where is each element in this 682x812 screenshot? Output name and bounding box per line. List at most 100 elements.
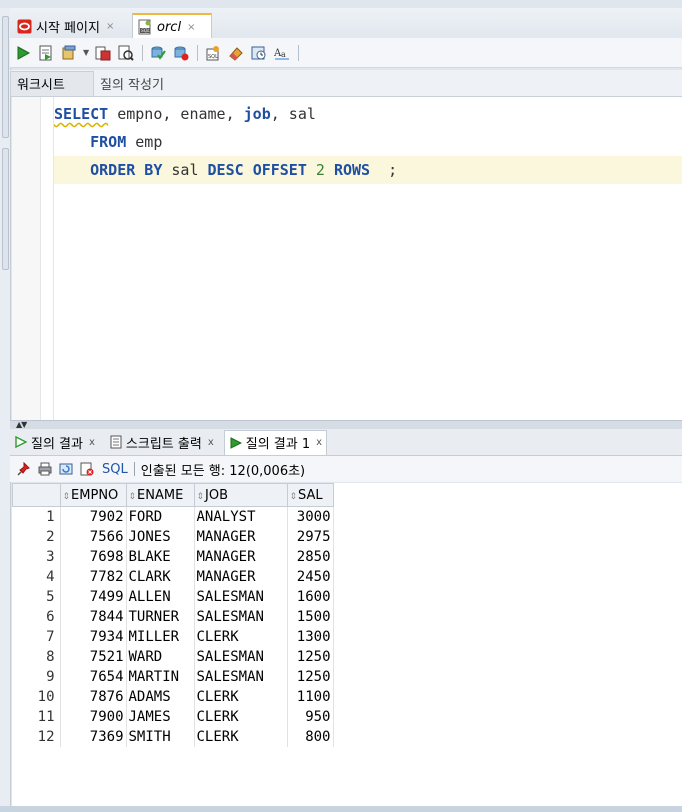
table-row[interactable]: 4 7782 CLARK MANAGER 2450 — [12, 567, 334, 587]
table-cell[interactable]: MILLER — [126, 627, 195, 647]
rail-handle[interactable] — [2, 16, 9, 138]
rollback-icon[interactable] — [172, 44, 190, 62]
table-cell[interactable]: 1500 — [287, 607, 334, 627]
table-row[interactable]: 11 7900 JAMES CLERK 950 — [12, 707, 334, 727]
table-row[interactable]: 5 7499 ALLEN SALESMAN 1600 — [12, 587, 334, 607]
table-cell[interactable]: SALESMAN — [194, 587, 288, 607]
table-row[interactable]: 8 7521 WARD SALESMAN 1250 — [12, 647, 334, 667]
table-cell[interactable]: WARD — [126, 647, 195, 667]
history-icon[interactable] — [250, 44, 268, 62]
sql-link[interactable]: SQL — [102, 462, 128, 477]
tab-query-result[interactable]: 질의 결과 x — [10, 430, 99, 454]
cancel-query-icon[interactable] — [79, 461, 95, 477]
eraser-icon[interactable] — [227, 44, 245, 62]
table-cell[interactable]: MANAGER — [194, 547, 288, 567]
sql-tuning-icon[interactable]: SQL — [204, 44, 222, 62]
table-cell[interactable]: 7499 — [60, 587, 127, 607]
table-cell[interactable]: JAMES — [126, 707, 195, 727]
table-cell[interactable]: 7934 — [60, 627, 127, 647]
table-row[interactable]: 12 7369 SMITH CLERK 800 — [12, 727, 334, 747]
table-cell[interactable]: 7521 — [60, 647, 127, 667]
table-cell[interactable]: SALESMAN — [194, 607, 288, 627]
table-cell[interactable]: SALESMAN — [194, 647, 288, 667]
column-header-job[interactable]: ⇕JOB — [193, 483, 288, 507]
table-cell[interactable]: MANAGER — [194, 567, 288, 587]
autotrace-icon[interactable] — [117, 44, 135, 62]
close-icon[interactable]: x — [208, 437, 214, 448]
table-cell[interactable]: CLERK — [194, 707, 288, 727]
table-cell[interactable]: 7566 — [60, 527, 127, 547]
table-cell[interactable]: CLERK — [194, 727, 288, 747]
sql-editor[interactable]: SELECT empno, ename, job, sal FROM emp O… — [12, 97, 682, 420]
table-cell[interactable]: ALLEN — [126, 587, 195, 607]
table-cell[interactable]: CLERK — [194, 627, 288, 647]
sort-icon[interactable]: ⇕ — [63, 492, 71, 502]
table-row[interactable]: 10 7876 ADAMS CLERK 1100 — [12, 687, 334, 707]
table-cell[interactable]: 950 — [287, 707, 334, 727]
code-line[interactable]: SELECT empno, ename, job, sal — [54, 100, 682, 128]
code-line[interactable]: FROM emp — [54, 128, 682, 156]
code-line-current[interactable]: ORDER BY sal DESC OFFSET 2 ROWS ; — [54, 156, 682, 184]
table-cell[interactable]: 1250 — [287, 667, 334, 687]
table-cell[interactable]: 1100 — [287, 687, 334, 707]
table-row[interactable]: 1 7902 FORD ANALYST 3000 — [12, 506, 334, 527]
table-cell[interactable]: CLERK — [194, 687, 288, 707]
close-icon[interactable]: × — [187, 22, 195, 33]
table-cell[interactable]: 2450 — [287, 567, 334, 587]
format-text-icon[interactable]: Aa — [273, 44, 291, 62]
column-header-ename[interactable]: ⇕ENAME — [125, 483, 195, 507]
tab-worksheet[interactable]: 워크시트 — [10, 70, 94, 96]
explain-plan-icon[interactable] — [94, 44, 112, 62]
table-cell[interactable]: 7369 — [60, 727, 127, 747]
rail-handle[interactable] — [2, 148, 9, 270]
tab-query-builder[interactable]: 질의 작성기 — [94, 71, 170, 95]
table-cell[interactable]: FORD — [126, 506, 195, 527]
column-header-sal[interactable]: ⇕SAL — [286, 483, 334, 507]
table-cell[interactable]: 2975 — [287, 527, 334, 547]
close-icon[interactable]: × — [106, 21, 114, 32]
sort-icon[interactable]: ⇕ — [197, 492, 205, 502]
refresh-icon[interactable] — [58, 461, 74, 477]
table-cell[interactable]: BLAKE — [126, 547, 195, 567]
sort-icon[interactable]: ⇕ — [129, 492, 137, 502]
table-cell[interactable]: 7876 — [60, 687, 127, 707]
commit-transaction-icon[interactable] — [149, 44, 167, 62]
close-icon[interactable]: x — [316, 437, 322, 448]
table-cell[interactable]: 1300 — [287, 627, 334, 647]
table-row[interactable]: 9 7654 MARTIN SALESMAN 1250 — [12, 667, 334, 687]
table-cell[interactable]: 7782 — [60, 567, 127, 587]
table-cell[interactable]: CLARK — [126, 567, 195, 587]
pin-icon[interactable] — [16, 461, 32, 477]
tab-start-page[interactable]: 시작 페이지 × — [12, 14, 134, 38]
close-icon[interactable]: x — [89, 437, 95, 448]
column-header-empno[interactable]: ⇕EMPNO — [59, 483, 127, 507]
table-cell[interactable]: SMITH — [126, 727, 195, 747]
print-icon[interactable] — [37, 461, 53, 477]
table-cell[interactable]: 7902 — [60, 506, 127, 527]
tab-query-result-1[interactable]: 질의 결과 1 x — [223, 429, 328, 455]
table-cell[interactable]: ADAMS — [126, 687, 195, 707]
table-row[interactable]: 3 7698 BLAKE MANAGER 2850 — [12, 547, 334, 567]
run-statement-icon[interactable] — [14, 44, 32, 62]
table-cell[interactable]: 3000 — [287, 506, 334, 527]
chevron-down-icon[interactable]: ▼ — [83, 48, 89, 57]
table-cell[interactable]: 1250 — [287, 647, 334, 667]
collapse-arrows-icon[interactable]: ▲▼ — [16, 420, 27, 429]
table-row[interactable]: 7 7934 MILLER CLERK 1300 — [12, 627, 334, 647]
table-cell[interactable]: JONES — [126, 527, 195, 547]
table-cell[interactable]: ANALYST — [194, 506, 288, 527]
table-cell[interactable]: 2850 — [287, 547, 334, 567]
table-cell[interactable]: 7698 — [60, 547, 127, 567]
tab-orcl[interactable]: SQL orcl × — [132, 13, 212, 39]
table-cell[interactable]: SALESMAN — [194, 667, 288, 687]
sort-icon[interactable]: ⇕ — [290, 492, 298, 502]
table-row[interactable]: 2 7566 JONES MANAGER 2975 — [12, 527, 334, 547]
table-row[interactable]: 6 7844 TURNER SALESMAN 1500 — [12, 607, 334, 627]
pane-splitter[interactable]: ▲▼ — [10, 420, 682, 429]
table-cell[interactable]: TURNER — [126, 607, 195, 627]
table-cell[interactable]: 7844 — [60, 607, 127, 627]
table-cell[interactable]: 7654 — [60, 667, 127, 687]
run-script-icon[interactable] — [37, 44, 55, 62]
commit-icon[interactable] — [60, 44, 78, 62]
table-cell[interactable]: 1600 — [287, 587, 334, 607]
